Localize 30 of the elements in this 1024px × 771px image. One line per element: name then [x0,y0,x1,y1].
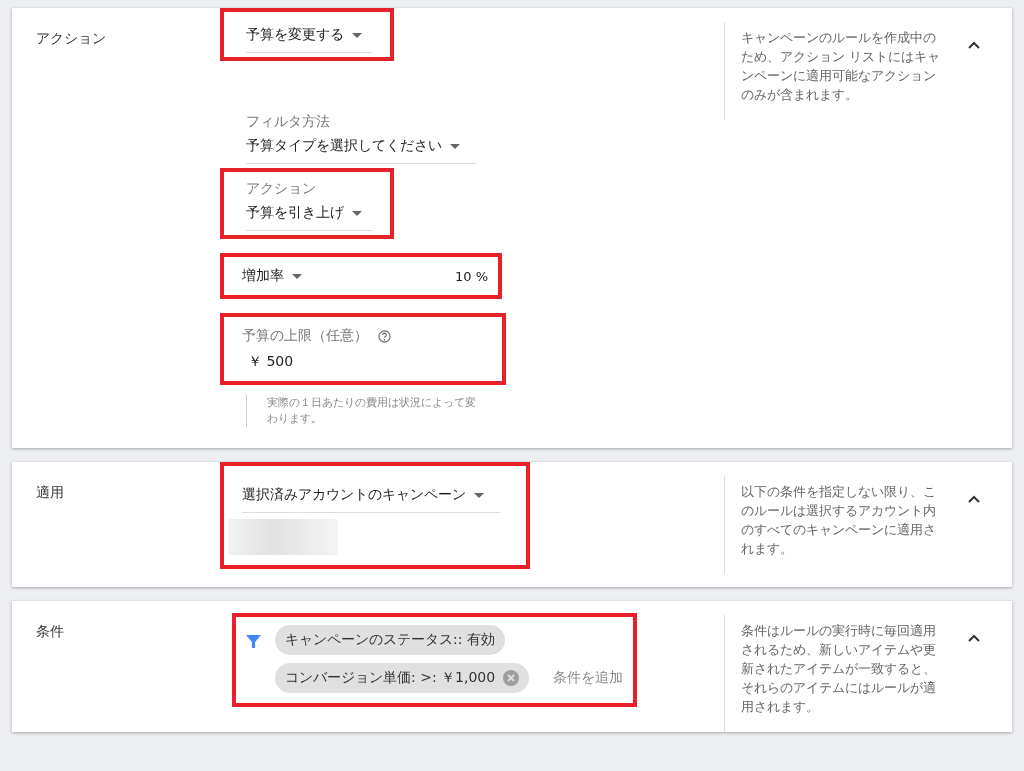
field-caption: フィルタ方法 [246,113,331,131]
caret-icon [292,273,302,279]
condition-chip[interactable]: コンバージョン単価: >: ￥1,000 [275,663,530,693]
caret-icon [352,210,362,216]
filter-icon [246,634,261,649]
caret-icon [450,143,460,149]
rate-value[interactable]: 10 % [454,268,488,284]
collapse-icon[interactable] [968,41,980,49]
section-label: アクション [36,29,107,48]
budget-field[interactable]: ￥ 500 [242,345,492,375]
section-label: 条件 [36,622,65,641]
field-caption: アクション [246,180,317,198]
dropdown[interactable]: 増加率 [242,267,368,285]
dropdown[interactable]: 選択済みアカウントのキャンペーン [242,480,500,513]
section-label: 適用 [36,483,65,502]
collapse-icon[interactable] [968,634,980,642]
collapse-icon[interactable] [968,495,980,503]
caret-icon [474,492,484,498]
condition-chip[interactable]: キャンペーンのステータス:: 有効 [275,625,505,655]
dropdown[interactable]: 予算を変更する [246,20,372,53]
dropdown[interactable]: 予算タイプを選択してください [246,131,476,164]
help-text: 以下の条件を指定しない限り、このルールは選択するアカウント内のすべてのキャンペーンに適用されます。 [724,476,941,574]
help-icon[interactable] [378,329,391,343]
help-text: キャンペーンのルールを作成中のため、アクション リストにはキャンペーンに適用可能なアクションのみが含まれます。 [724,22,941,120]
field-note: 実際の１日あたりの費用は状況によって変わります。 [246,395,485,427]
caret-icon [352,32,362,38]
help-text: 条件はルールの実行時に毎回適用されるため、新しいアイテムや更新されたアイテムが一致すると、それらのアイテムにはルールが適用されます。 [724,615,941,732]
dropdown[interactable]: 予算を引き上げ [246,198,372,231]
add-condition-link[interactable]: 条件を追加 [553,669,624,687]
field-caption: 予算の上限（任意） [242,327,368,345]
